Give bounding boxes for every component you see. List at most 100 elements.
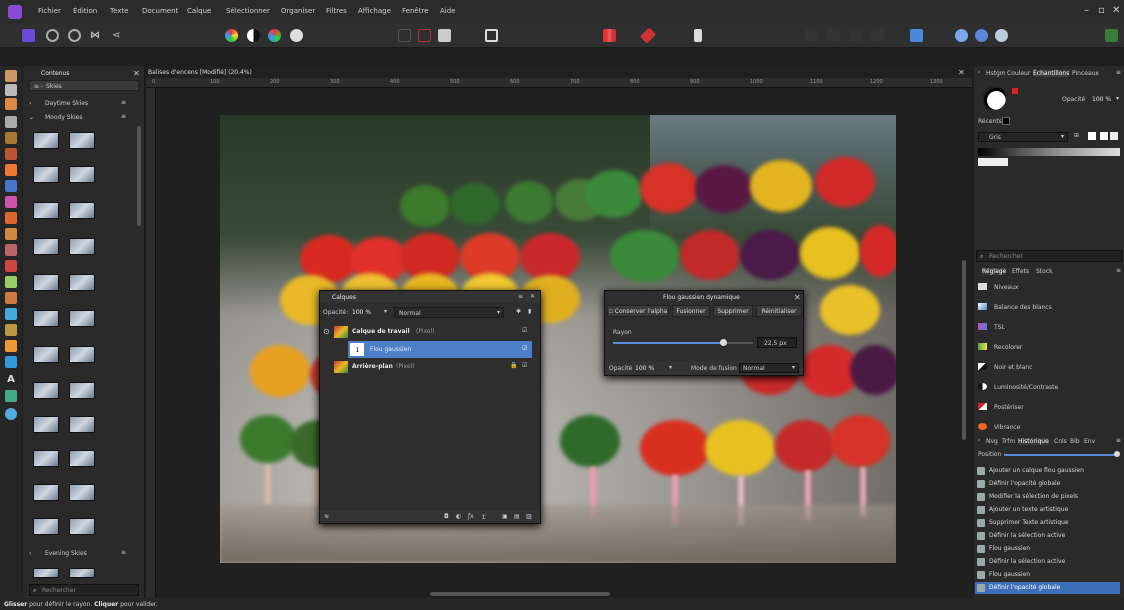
expand-icon[interactable]: ⊙ <box>323 327 330 336</box>
menu-filtres[interactable]: Filtres <box>326 7 347 15</box>
palette-select[interactable]: Gris ▾ <box>978 132 1068 142</box>
auto-white-balance-icon[interactable] <box>290 29 303 42</box>
radius-slider[interactable] <box>613 339 753 346</box>
sky-thumbnail[interactable] <box>33 132 59 149</box>
assistant-icon[interactable] <box>694 29 702 42</box>
chevron-down-icon[interactable]: ▾ <box>1116 95 1119 102</box>
tab-couleur[interactable]: Couleur <box>1007 70 1030 77</box>
delete-button[interactable]: Supprimer <box>713 305 753 317</box>
tab-histogram[interactable]: Hstgm <box>986 70 1006 77</box>
sky-thumbnail[interactable] <box>33 484 59 501</box>
marquee-icon[interactable] <box>5 164 17 176</box>
color-replace-icon[interactable] <box>5 196 17 208</box>
view-tool-icon[interactable] <box>995 29 1008 42</box>
chevron-down-icon[interactable]: ▾ <box>669 364 672 371</box>
adjustment-item[interactable]: Balance des blancs <box>974 300 1124 313</box>
radius-input[interactable]: 22,5 px <box>757 337 797 348</box>
document-close-icon[interactable]: ✕ <box>958 68 965 77</box>
radius-slider-knob[interactable] <box>720 339 728 346</box>
develop-persona-icon[interactable] <box>68 29 81 42</box>
tab-stock[interactable]: Stock <box>1036 268 1053 275</box>
chevron-left-icon[interactable]: ‹ <box>978 437 980 444</box>
dodge-brush-icon[interactable] <box>5 276 17 288</box>
sky-thumbnail[interactable] <box>69 310 95 327</box>
menu-affichage[interactable]: Affichage <box>358 7 391 15</box>
sky-thumbnail[interactable] <box>33 202 59 219</box>
shape-tool-icon[interactable] <box>5 340 17 352</box>
mask-icon[interactable]: ◘ <box>444 513 449 520</box>
photo-persona-icon[interactable] <box>22 29 35 42</box>
color-picker-icon[interactable] <box>5 98 17 110</box>
adjustment-item[interactable]: Noir et blanc <box>974 360 1124 373</box>
adjustments-search-input[interactable]: ⌕ Rechercher <box>976 250 1122 262</box>
history-item[interactable]: Modifier la sélection de pixels <box>975 491 1120 503</box>
align-right-icon[interactable] <box>849 29 862 42</box>
blend-mode-select[interactable]: Normal ▾ <box>739 363 799 373</box>
visibility-checkbox-icon[interactable]: ☑ <box>522 345 527 352</box>
text-tool-icon[interactable]: A <box>5 374 17 386</box>
auto-colors-icon[interactable] <box>268 29 281 42</box>
history-item[interactable]: Définir l'opacité globale <box>975 478 1120 490</box>
clone-tool-icon[interactable] <box>5 244 17 256</box>
menu-document[interactable]: Document <box>142 7 178 15</box>
arrange-icon[interactable] <box>910 29 923 42</box>
swatch-white[interactable] <box>1088 132 1096 140</box>
layer-row[interactable]: ⊙ Calque de travail (Pixel) ☑ <box>320 323 540 341</box>
color-swatch-icon[interactable] <box>982 86 1006 110</box>
opacity-value[interactable]: 100 % <box>635 365 654 372</box>
sky-thumbnail[interactable] <box>69 484 95 501</box>
hand-tool-icon[interactable] <box>5 70 17 82</box>
history-item[interactable]: Définir la sélection active <box>975 530 1120 542</box>
menu-edition[interactable]: Édition <box>73 7 97 15</box>
sky-thumbnail[interactable] <box>33 346 59 363</box>
menu-calque[interactable]: Calque <box>187 7 211 15</box>
group-icon[interactable]: ▣ <box>502 513 508 520</box>
menu-aide[interactable]: Aide <box>440 7 455 15</box>
horizontal-scrollbar[interactable] <box>430 592 610 596</box>
history-item[interactable]: Ajouter un texte artistique <box>975 504 1120 516</box>
layers-blend-select[interactable]: Normal ▾ <box>394 307 504 318</box>
sky-thumbnail[interactable] <box>33 450 59 467</box>
layers-opacity-value[interactable]: 100 % <box>352 309 371 316</box>
scrollbar[interactable] <box>137 126 141 226</box>
sky-thumbnail[interactable] <box>33 568 59 578</box>
history-item[interactable]: Flou gaussien <box>975 569 1120 581</box>
layer-row-selected[interactable]: ɪ Flou gaussien ☑ <box>348 341 532 358</box>
flood-fill-icon[interactable] <box>5 228 17 240</box>
swatch-white[interactable] <box>1110 132 1118 140</box>
refine-selection-icon[interactable] <box>438 29 451 42</box>
erase-brush-icon[interactable] <box>5 212 17 224</box>
tab-reglage[interactable]: Réglage <box>982 268 1007 275</box>
blur-brush-icon[interactable] <box>5 292 17 304</box>
grid-view-icon[interactable]: ⊞ <box>1074 132 1079 139</box>
adjustment-item[interactable]: TSL <box>974 320 1124 333</box>
sky-thumbnail[interactable] <box>69 274 95 291</box>
document-tab[interactable]: Balises d'encens [Modifié] (20.4%) <box>148 69 252 76</box>
mesh-warp-icon[interactable] <box>5 390 17 402</box>
snapping-icon[interactable] <box>603 29 616 42</box>
menu-organiser[interactable]: Organiser <box>281 7 315 15</box>
auto-contrast-icon[interactable] <box>247 29 260 42</box>
tab-navigator[interactable]: Nvg <box>986 438 998 445</box>
tab-library[interactable]: Bib <box>1070 438 1080 445</box>
move-tool-icon[interactable] <box>5 84 17 96</box>
delete-layer-icon[interactable]: ▥ <box>526 513 532 520</box>
sky-thumbnail[interactable] <box>69 518 95 535</box>
tab-historique[interactable]: Historique <box>1018 438 1049 445</box>
adjustment-item[interactable]: Vibrance <box>974 420 1124 433</box>
merge-button[interactable]: Fusionner <box>672 305 710 317</box>
sky-thumbnail[interactable] <box>33 382 59 399</box>
sky-thumbnail[interactable] <box>69 166 95 183</box>
close-button[interactable]: ✕ <box>1112 5 1120 16</box>
swatch-opacity-value[interactable]: 100 % <box>1092 96 1111 103</box>
history-item-selected[interactable]: Définir l'opacité globale <box>975 582 1120 594</box>
fx-icon[interactable]: ƒx <box>468 513 474 520</box>
section-daytime-skies[interactable]: Daytime Skies <box>45 100 88 107</box>
export-persona-icon[interactable]: ⋖ <box>112 29 125 42</box>
gray-swatches[interactable] <box>978 148 1120 156</box>
history-position-slider[interactable] <box>1004 454 1116 456</box>
sky-thumbnail[interactable] <box>69 202 95 219</box>
visibility-checkbox-icon[interactable]: ☑ <box>522 327 527 334</box>
history-item[interactable]: Flou gaussien <box>975 543 1120 555</box>
sky-thumbnail[interactable] <box>33 518 59 535</box>
